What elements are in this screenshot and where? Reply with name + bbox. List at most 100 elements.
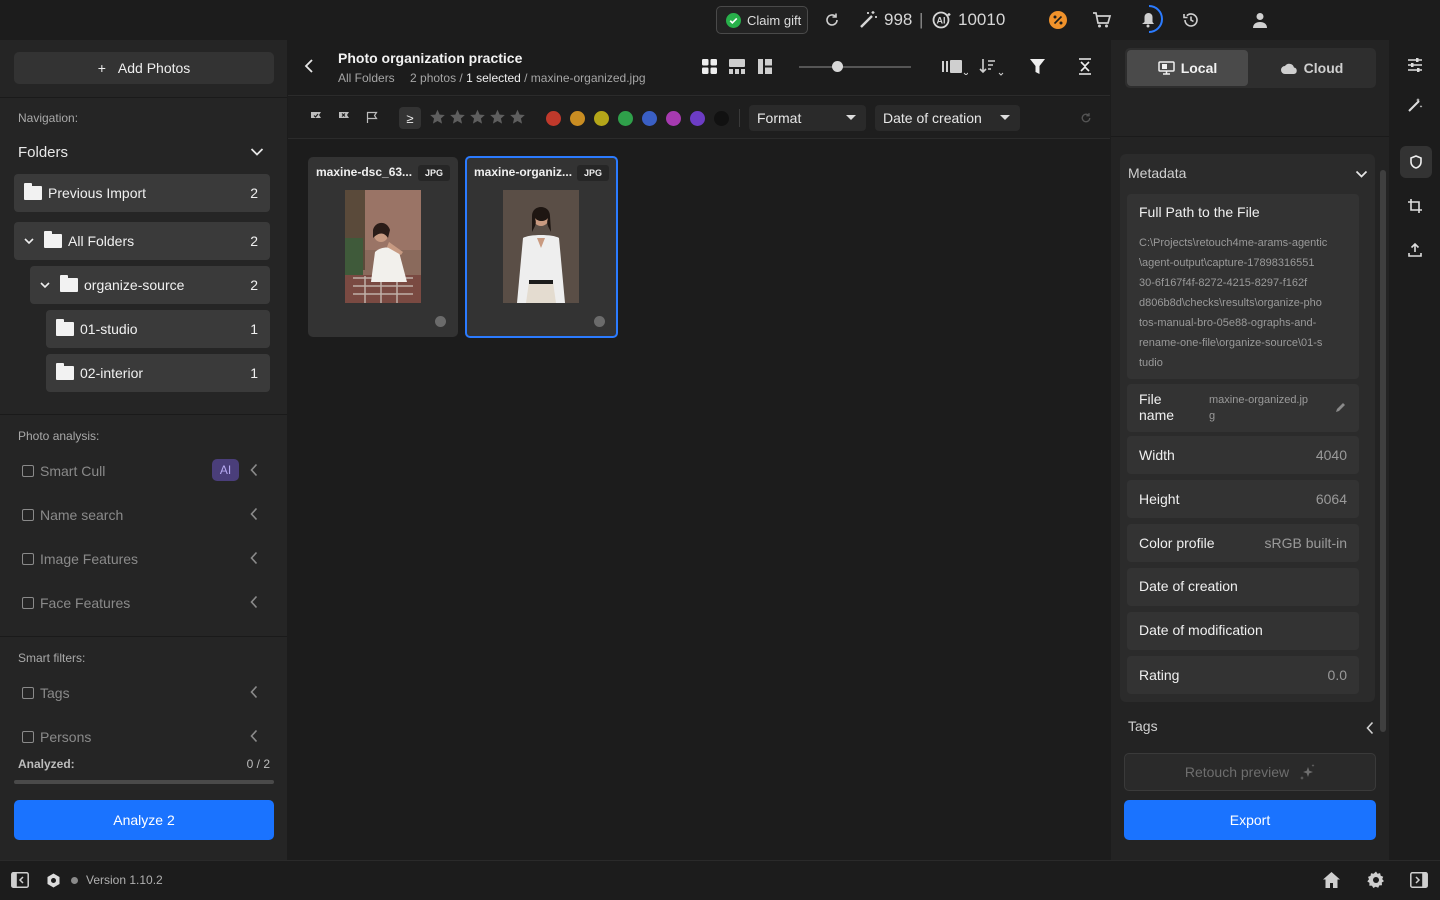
- chevron-down-icon[interactable]: [24, 237, 34, 245]
- format-badge: JPG: [577, 165, 609, 181]
- grid-view-icon[interactable]: [702, 59, 717, 74]
- smart-cull-toggle[interactable]: Smart Cull AI: [22, 459, 272, 482]
- folder-02-interior[interactable]: 02-interior 1: [46, 354, 270, 392]
- checkbox[interactable]: [22, 687, 34, 699]
- height-label: Height: [1139, 491, 1180, 507]
- chevron-left-icon[interactable]: [250, 507, 258, 521]
- status-bar: Version 1.10.2: [0, 860, 1440, 900]
- settings-gear-icon[interactable]: [1366, 870, 1386, 890]
- file-name-label: File name: [1139, 391, 1175, 423]
- retouch-face-tool-icon[interactable]: [1400, 146, 1432, 178]
- color-label-filter-dot[interactable]: [546, 111, 561, 126]
- thumbnail-size-slider[interactable]: [799, 66, 911, 68]
- metadata-section-toggle[interactable]: Metadata: [1128, 165, 1368, 185]
- color-label-filter-dot[interactable]: [714, 111, 729, 126]
- full-path-row: Full Path to the File C:\Projects\retouc…: [1127, 194, 1359, 379]
- color-label-filter-dot[interactable]: [690, 111, 705, 126]
- folder-label: Previous Import: [48, 185, 147, 201]
- chevron-left-icon[interactable]: [250, 551, 258, 565]
- claim-gift-button[interactable]: Claim gift: [716, 6, 808, 34]
- compare-view-icon[interactable]: [758, 59, 772, 74]
- reset-filters-icon[interactable]: [1080, 112, 1092, 124]
- face-features-toggle[interactable]: Face Features: [22, 592, 272, 614]
- rating-comparator-button[interactable]: ≥: [399, 107, 421, 129]
- discount-icon[interactable]: [1047, 9, 1069, 31]
- sort-icon[interactable]: [979, 58, 1005, 76]
- checkbox[interactable]: [22, 553, 34, 565]
- breadcrumb-folder[interactable]: All Folders: [338, 71, 395, 85]
- chevron-left-icon[interactable]: [250, 595, 258, 609]
- history-icon[interactable]: [1180, 9, 1202, 31]
- chevron-down-icon[interactable]: [40, 281, 50, 289]
- star-icon: [490, 109, 505, 124]
- adjustments-sliders-icon[interactable]: [1404, 54, 1426, 76]
- collapse-icon[interactable]: [1078, 58, 1092, 75]
- color-profile-value: sRGB built-in: [1264, 535, 1347, 551]
- chevron-left-icon[interactable]: [250, 729, 258, 743]
- checkbox[interactable]: [22, 731, 34, 743]
- slider-handle[interactable]: [832, 61, 843, 72]
- color-label-filter-dot[interactable]: [570, 111, 585, 126]
- share-upload-icon[interactable]: [1404, 239, 1426, 261]
- crop-icon[interactable]: [1404, 195, 1426, 217]
- tags-section-toggle[interactable]: Tags: [1128, 718, 1378, 738]
- magic-brush-icon[interactable]: [1404, 94, 1426, 116]
- filter-funnel-icon[interactable]: [1030, 59, 1045, 74]
- color-label-dot[interactable]: [594, 316, 605, 327]
- filmstrip-view-icon[interactable]: [729, 59, 745, 74]
- cloud-tab[interactable]: Cloud: [1250, 50, 1374, 86]
- back-arrow-icon[interactable]: [304, 58, 314, 74]
- divider: [739, 109, 740, 127]
- color-label-filter-dot[interactable]: [594, 111, 609, 126]
- checkbox[interactable]: [22, 509, 34, 521]
- photo-thumbnail[interactable]: [345, 190, 421, 303]
- toggle-left-panel-icon[interactable]: [11, 872, 29, 888]
- chevron-left-icon[interactable]: [250, 463, 258, 477]
- export-button[interactable]: Export: [1124, 800, 1376, 840]
- stack-icon[interactable]: [942, 59, 968, 75]
- tags-filter-toggle[interactable]: Tags: [22, 682, 272, 704]
- chevron-left-icon[interactable]: [250, 685, 258, 699]
- refresh-icon[interactable]: [821, 9, 843, 31]
- folder-previous-import[interactable]: Previous Import 2: [14, 174, 270, 212]
- photo-thumbnail[interactable]: [503, 190, 579, 303]
- date-sort-dropdown[interactable]: Date of creation: [875, 105, 1020, 131]
- analyze-button[interactable]: Analyze 2: [14, 800, 274, 840]
- persons-filter-toggle[interactable]: Persons: [22, 726, 272, 748]
- photo-card-selected[interactable]: maxine-organiz... JPG: [465, 156, 618, 338]
- path-line: d806b8d\checks\results\organize-pho: [1139, 297, 1322, 309]
- name-search-toggle[interactable]: Name search: [22, 504, 272, 526]
- checkbox[interactable]: [22, 597, 34, 609]
- add-photos-button[interactable]: + Add Photos: [14, 52, 274, 84]
- flag-unflagged-icon[interactable]: [366, 111, 378, 123]
- notifications-bell-icon[interactable]: [1134, 4, 1164, 34]
- date-of-modification-label: Date of modification: [1139, 622, 1263, 638]
- cart-icon[interactable]: [1091, 9, 1113, 31]
- folder-all-folders[interactable]: All Folders 2: [14, 222, 270, 260]
- home-icon[interactable]: [1322, 871, 1341, 889]
- local-tab[interactable]: Local: [1127, 50, 1248, 86]
- checkbox[interactable]: [22, 465, 34, 477]
- edit-pencil-icon[interactable]: [1335, 401, 1347, 413]
- scrollbar[interactable]: [1380, 170, 1386, 732]
- format-dropdown[interactable]: Format: [749, 105, 866, 131]
- color-label-filter-dot[interactable]: [666, 111, 681, 126]
- divider: [0, 414, 287, 415]
- local-tab-label: Local: [1180, 60, 1218, 76]
- folder-01-studio[interactable]: 01-studio 1: [46, 310, 270, 348]
- folders-section-toggle[interactable]: Folders: [18, 144, 268, 164]
- color-label-filter-dot[interactable]: [642, 111, 657, 126]
- color-label-dot[interactable]: [435, 316, 446, 327]
- chevron-left-icon: [1366, 721, 1374, 735]
- name-search-label: Name search: [40, 507, 124, 523]
- image-features-toggle[interactable]: Image Features: [22, 548, 272, 570]
- toggle-right-panel-icon[interactable]: [1410, 872, 1428, 888]
- star-rating-filter[interactable]: [429, 109, 526, 125]
- photo-card[interactable]: maxine-dsc_63... JPG: [308, 157, 458, 337]
- color-label-filter-dot[interactable]: [618, 111, 633, 126]
- user-profile-icon[interactable]: [1249, 9, 1271, 31]
- flag-reject-icon[interactable]: [338, 111, 350, 123]
- retouch-preview-button[interactable]: Retouch preview: [1124, 753, 1376, 791]
- flag-pick-icon[interactable]: [310, 111, 322, 123]
- folder-organize-source[interactable]: organize-source 2: [30, 266, 270, 304]
